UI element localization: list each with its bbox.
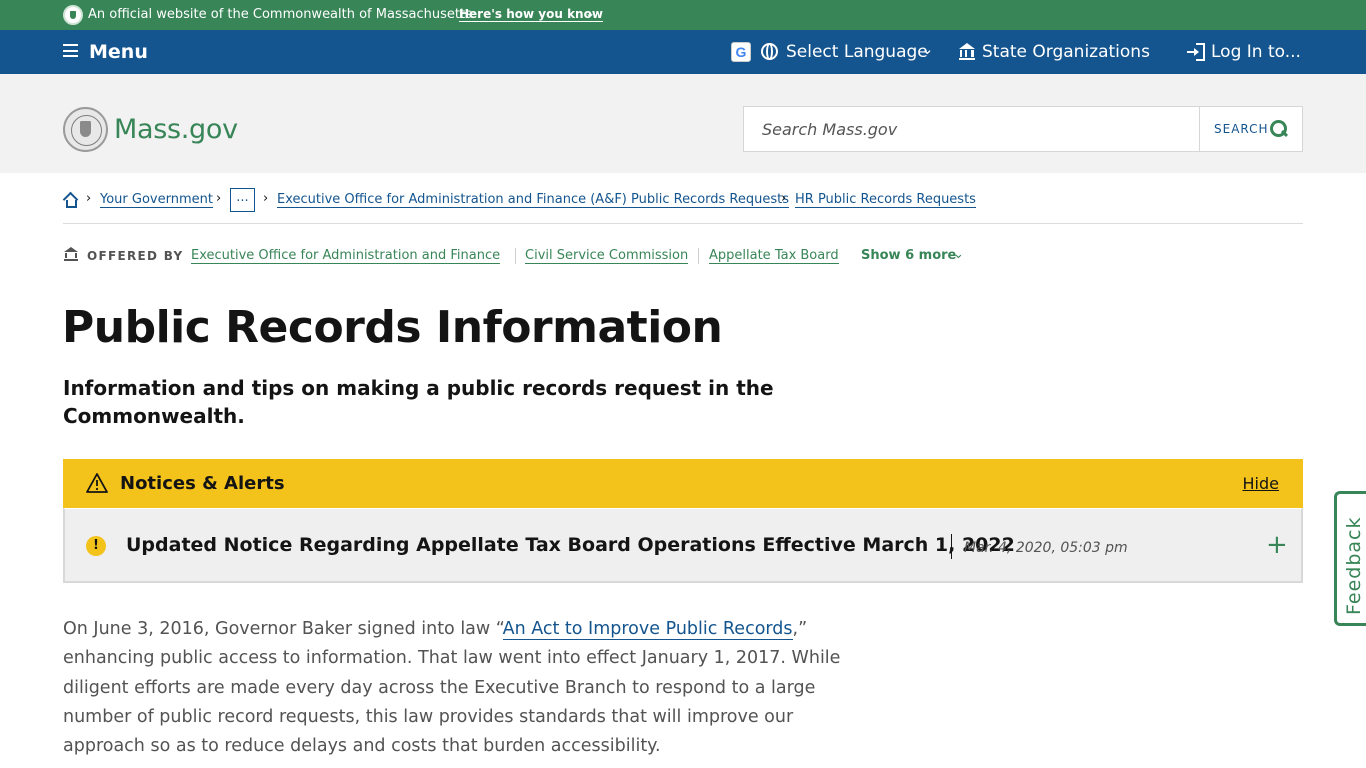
- mass-seal-logo-icon[interactable]: [63, 107, 108, 152]
- divider: [698, 248, 699, 264]
- chevron-right-icon: ›: [86, 191, 92, 206]
- search-form: SEARCH: [743, 106, 1303, 152]
- alerts-title: Notices & Alerts: [120, 473, 285, 494]
- google-translate-icon[interactable]: G: [731, 42, 751, 62]
- site-logo[interactable]: Mass.gov: [114, 114, 238, 145]
- chevron-right-icon: ›: [781, 191, 787, 206]
- feedback-tab[interactable]: Feedback: [1334, 491, 1366, 626]
- offered-by-label: OFFERED BY: [87, 249, 184, 263]
- page-subtitle: Information and tips on making a public …: [63, 376, 774, 428]
- alert-headline[interactable]: Updated Notice Regarding Appellate Tax B…: [126, 534, 1015, 556]
- public-records-act-link[interactable]: An Act to Improve Public Records: [502, 619, 793, 640]
- state-building-icon: [64, 247, 78, 261]
- menu-button[interactable]: Menu: [89, 41, 148, 63]
- alert-exclamation-icon: !: [86, 536, 106, 556]
- offered-by: OFFERED BY Executive Office for Administ…: [63, 246, 1063, 266]
- divider: [515, 248, 516, 264]
- search-button[interactable]: SEARCH: [1199, 107, 1302, 151]
- select-language-button[interactable]: Select Language: [786, 42, 928, 62]
- alerts-header: Notices & Alerts Hide: [63, 459, 1303, 508]
- search-icon: [1270, 120, 1287, 137]
- breadcrumb-af-public-records[interactable]: Executive Office for Administration and …: [277, 193, 790, 208]
- alert-date: Mar. 4, 2020, 05:03 pm: [964, 540, 1128, 556]
- login-icon[interactable]: [1187, 43, 1205, 61]
- org-link-anf[interactable]: Executive Office for Administration and …: [191, 248, 501, 264]
- org-link-appellate-tax-board[interactable]: Appellate Tax Board: [709, 248, 839, 264]
- chevron-down-icon[interactable]: ⌄: [953, 247, 964, 262]
- show-more-button[interactable]: Show 6 more: [861, 248, 956, 263]
- state-organizations-button[interactable]: State Organizations: [982, 42, 1150, 62]
- chevron-down-icon[interactable]: ⌄: [585, 6, 595, 20]
- globe-icon[interactable]: [761, 43, 778, 60]
- org-link-civil-service[interactable]: Civil Service Commission: [525, 248, 689, 264]
- login-button[interactable]: Log In to...: [1211, 42, 1301, 62]
- search-button-label: SEARCH: [1214, 122, 1269, 136]
- hide-alerts-button[interactable]: Hide: [1243, 474, 1279, 493]
- warning-icon: [86, 473, 108, 493]
- alert-item[interactable]: ! Updated Notice Regarding Appellate Tax…: [63, 508, 1303, 583]
- divider: [951, 534, 952, 559]
- top-navigation: Menu G Select Language ⌄ State Organizat…: [0, 30, 1366, 74]
- heres-how-you-know-link[interactable]: Here's how you know: [459, 8, 603, 22]
- search-input[interactable]: [744, 107, 1199, 151]
- state-seal-icon: [63, 5, 83, 25]
- intro-paragraph: On June 3, 2016, Governor Baker signed i…: [63, 615, 878, 761]
- breadcrumb-expand-button[interactable]: ...: [230, 188, 255, 212]
- site-header: Mass.gov SEARCH: [0, 74, 1366, 173]
- state-building-icon[interactable]: [959, 43, 975, 60]
- page-title: Public Records Information: [62, 302, 723, 353]
- expand-plus-icon[interactable]: +: [1266, 530, 1288, 560]
- breadcrumb: › Your Government › ... › Executive Offi…: [62, 188, 1303, 224]
- chevron-right-icon: ›: [263, 191, 269, 206]
- hamburger-menu-icon[interactable]: [63, 44, 78, 57]
- intro-text-prefix: On June 3, 2016, Governor Baker signed i…: [63, 619, 503, 639]
- chevron-down-icon[interactable]: ⌄: [921, 40, 934, 58]
- breadcrumb-your-government[interactable]: Your Government: [100, 193, 213, 208]
- official-text: An official website of the Commonwealth …: [88, 7, 472, 22]
- feedback-label: Feedback: [1343, 516, 1365, 615]
- breadcrumb-hr-public-records[interactable]: HR Public Records Requests: [795, 193, 976, 208]
- chevron-right-icon: ›: [216, 191, 222, 206]
- home-icon[interactable]: [62, 191, 80, 208]
- official-banner: An official website of the Commonwealth …: [0, 0, 1366, 30]
